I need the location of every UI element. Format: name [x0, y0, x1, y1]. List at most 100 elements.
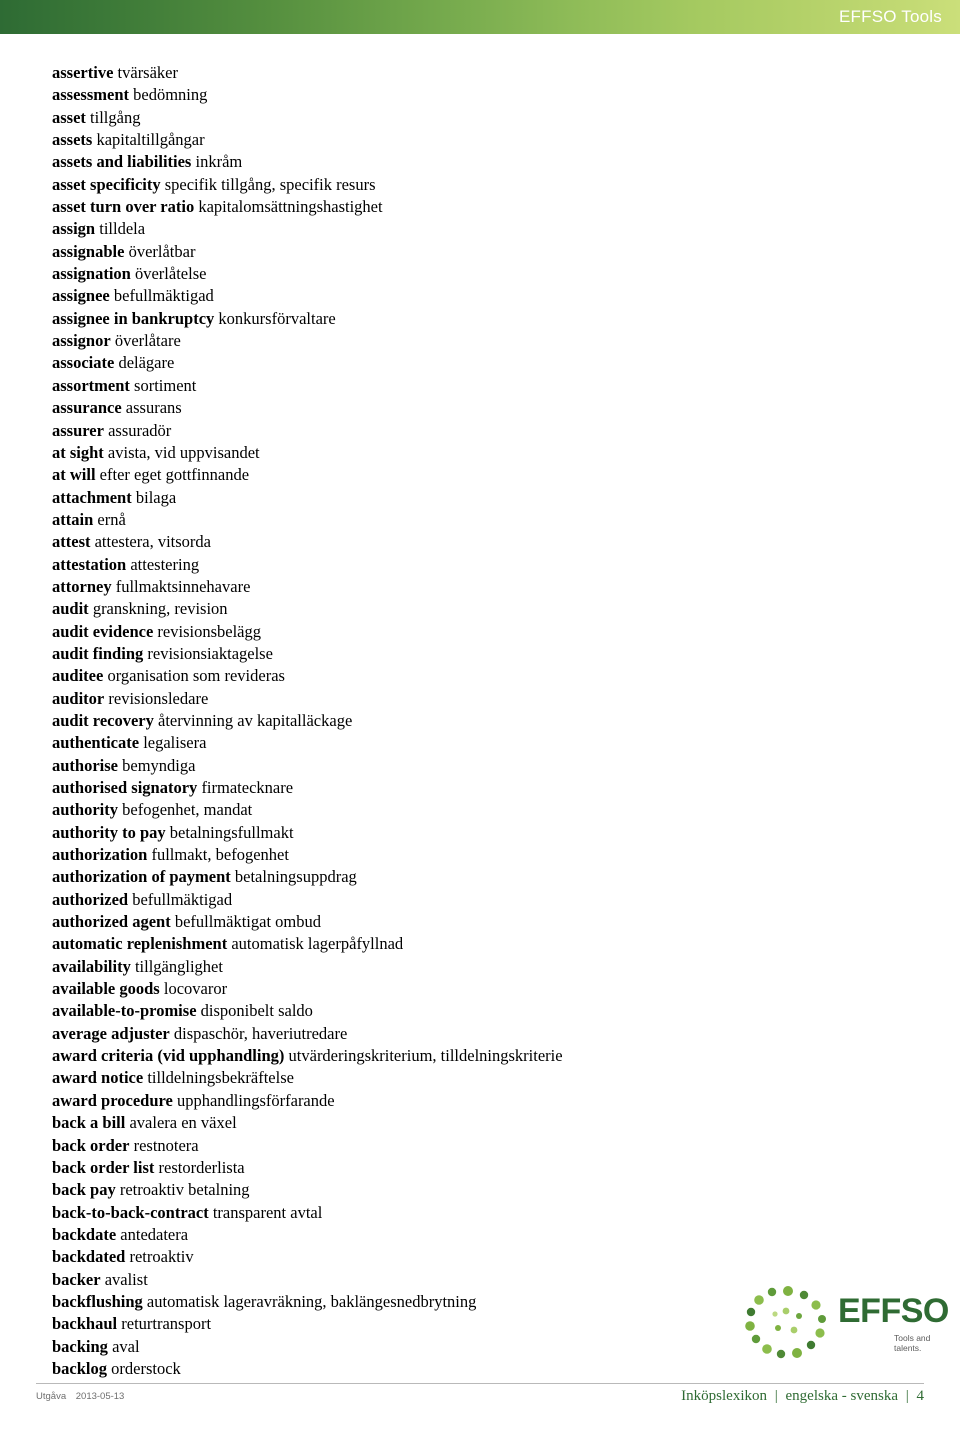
glossary-definition: fullmaktsinnehavare — [115, 576, 251, 596]
glossary-definition: dispaschör, haveriutredare — [173, 1023, 348, 1043]
glossary-term: back-to-back-contract — [52, 1202, 209, 1222]
glossary-entry: authority to pay betalningsfullmakt — [52, 822, 912, 844]
glossary-term: available-to-promise — [52, 1001, 197, 1021]
footer-edition-label: Utgåva — [36, 1391, 67, 1402]
glossary-term: asset turn over ratio — [52, 197, 195, 217]
glossary-entry: authorization of payment betalningsuppdr… — [52, 866, 912, 888]
glossary-term: assets and liabilities — [52, 152, 192, 172]
footer-doc-title: Inköpslexikon — [681, 1388, 767, 1404]
glossary-definition: kapitaltillgångar — [96, 130, 205, 150]
glossary-term: backhaul — [52, 1314, 118, 1334]
glossary-definition: bemyndiga — [122, 755, 196, 775]
glossary-entry: back pay retroaktiv betalning — [52, 1179, 912, 1201]
glossary-entry: available-to-promise disponibelt saldo — [52, 1000, 912, 1022]
glossary-entry: at will efter eget gottfinnande — [52, 464, 912, 486]
glossary-term: attachment — [52, 487, 132, 507]
glossary-term: backdated — [52, 1247, 126, 1267]
glossary-entry: audit evidence revisionsbelägg — [52, 621, 912, 643]
glossary-term: assignee — [52, 286, 110, 306]
glossary-entry: at sight avista, vid uppvisandet — [52, 442, 912, 464]
effso-logo: EFFSO Tools and talents. — [742, 1283, 949, 1361]
glossary-entry: auditee organisation som revideras — [52, 665, 912, 687]
glossary-entry: backlog orderstock — [52, 1358, 912, 1380]
glossary-definition: befullmäktigat ombud — [174, 912, 322, 932]
glossary-definition: tillgång — [90, 107, 141, 127]
glossary-definition: tilldelningsbekräftelse — [147, 1068, 294, 1088]
glossary-entry: assignor överlåtare — [52, 330, 912, 352]
glossary-term: authority — [52, 800, 118, 820]
glossary-entry: assurer assuradör — [52, 420, 912, 442]
glossary-term: auditee — [52, 666, 104, 686]
glossary-definition: returtransport — [121, 1314, 212, 1334]
glossary-term: assets — [52, 130, 93, 150]
glossary-definition: retroaktiv betalning — [119, 1180, 250, 1200]
glossary-entry: award procedure upphandlingsförfarande — [52, 1090, 912, 1112]
glossary-list: assertive tvärsäker assessment bedömning a… — [52, 62, 912, 1380]
glossary-term: attest — [52, 532, 91, 552]
glossary-entry: assignee befullmäktigad — [52, 285, 912, 307]
glossary-definition: fullmakt, befogenhet — [151, 845, 289, 865]
glossary-definition: bilaga — [135, 487, 177, 507]
glossary-term: backlog — [52, 1358, 108, 1378]
footer-edition-date: 2013-05-13 — [75, 1391, 125, 1402]
footer-page-number: 4 — [916, 1388, 925, 1404]
glossary-term: back order list — [52, 1157, 155, 1177]
glossary-entry: backdate antedatera — [52, 1224, 912, 1246]
logo-wordmark: EFFSO — [838, 1292, 949, 1330]
glossary-term: audit recovery — [52, 710, 154, 730]
glossary-term: assurance — [52, 398, 122, 418]
glossary-entry: assets and liabilities inkråm — [52, 151, 912, 173]
glossary-definition: ernå — [97, 509, 126, 529]
glossary-term: back order — [52, 1135, 130, 1155]
glossary-definition: automatisk lagerpåfyllnad — [231, 934, 404, 954]
glossary-term: award criteria (vid upphandling) — [52, 1046, 285, 1066]
glossary-definition: tvärsäker — [117, 63, 178, 82]
glossary-definition: organisation som revideras — [107, 666, 285, 686]
footer-edition: Utgåva 2013-05-13 — [36, 1390, 124, 1403]
glossary-definition: locovaror — [163, 979, 228, 999]
glossary-entry: attest attestera, vitsorda — [52, 531, 912, 553]
glossary-definition: orderstock — [111, 1358, 181, 1378]
glossary-term: backdate — [52, 1224, 117, 1244]
glossary-term: automatic replenishment — [52, 934, 228, 954]
glossary-entry: attorney fullmaktsinnehavare — [52, 576, 912, 598]
glossary-term: authorise — [52, 755, 118, 775]
glossary-term: attestation — [52, 554, 127, 574]
footer-separator-2: | — [905, 1388, 909, 1404]
glossary-entry: assessment bedömning — [52, 84, 912, 106]
glossary-definition: retroaktiv — [129, 1247, 194, 1267]
glossary-definition: återvinning av kapitalläckage — [158, 710, 353, 730]
glossary-definition: assurans — [125, 398, 182, 418]
glossary-definition: efter eget gottfinnande — [99, 465, 250, 485]
glossary-term: assign — [52, 219, 96, 239]
glossary-definition: betalningsuppdrag — [234, 867, 357, 887]
glossary-entry: back order list restorderlista — [52, 1157, 912, 1179]
header-title: EFFSO Tools — [839, 7, 942, 26]
glossary-definition: restnotera — [133, 1135, 199, 1155]
glossary-term: assignable — [52, 241, 125, 261]
footer-divider — [36, 1383, 924, 1384]
glossary-entry: assignee in bankruptcy konkursförvaltare — [52, 308, 912, 330]
logo-tagline: Tools and talents. — [894, 1333, 931, 1353]
glossary-entry: authorization fullmakt, befogenhet — [52, 844, 912, 866]
glossary-term: auditor — [52, 688, 105, 708]
glossary-entry: authorized agent befullmäktigat ombud — [52, 911, 912, 933]
glossary-entry: attachment bilaga — [52, 487, 912, 509]
glossary-definition: restorderlista — [158, 1157, 245, 1177]
glossary-term: asset specificity — [52, 174, 161, 194]
glossary-entry: audit recovery återvinning av kapitalläc… — [52, 710, 912, 732]
glossary-entry: back order restnotera — [52, 1135, 912, 1157]
glossary-definition: granskning, revision — [92, 599, 228, 619]
glossary-term: award procedure — [52, 1090, 173, 1110]
glossary-term: authority to pay — [52, 822, 166, 842]
glossary-term: at will — [52, 465, 96, 485]
logo-dots-icon — [745, 1286, 826, 1359]
glossary-definition: revisionsledare — [108, 688, 209, 708]
glossary-term: average adjuster — [52, 1023, 170, 1043]
glossary-entry: availability tillgänglighet — [52, 956, 912, 978]
glossary-term: assignee in bankruptcy — [52, 308, 215, 328]
glossary-entry: asset tillgång — [52, 107, 912, 129]
glossary-term: assessment — [52, 85, 129, 105]
glossary-entry: assertive tvärsäker — [52, 62, 912, 84]
glossary-term: attorney — [52, 576, 112, 596]
